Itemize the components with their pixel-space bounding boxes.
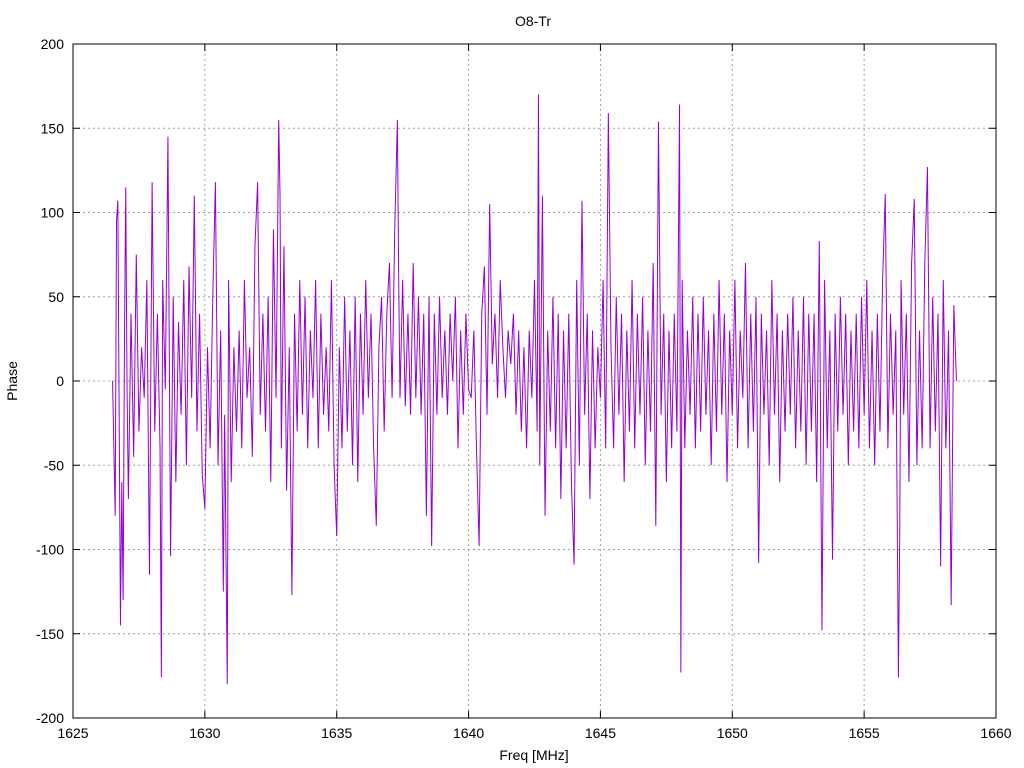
phase-chart: O8-Tr 1625 1630 1635 1640 1645 1650 1655 1660 -2… — [0, 0, 1024, 768]
y-axis-label: Phase — [4, 361, 20, 401]
x-tick-label: 1640 — [453, 725, 484, 741]
y-tick-label: -100 — [36, 542, 64, 558]
x-tick-label: 1650 — [717, 725, 748, 741]
x-tick-label: 1630 — [189, 725, 220, 741]
chart-title: O8-Tr — [515, 13, 551, 29]
x-tick-label: 1655 — [849, 725, 880, 741]
y-tick-label: 0 — [56, 373, 64, 389]
y-tick-label: -200 — [36, 710, 64, 726]
y-tick-label: 200 — [41, 36, 65, 52]
x-tick-label: 1645 — [585, 725, 616, 741]
x-tick-label: 1660 — [980, 725, 1011, 741]
y-tick-label: -50 — [44, 457, 64, 473]
x-tick-label: 1635 — [321, 725, 352, 741]
y-tick-label: 50 — [48, 289, 64, 305]
x-tick-label: 1625 — [57, 725, 88, 741]
y-tick-label: 150 — [41, 120, 65, 136]
y-tick-label: -150 — [36, 626, 64, 642]
x-axis-label: Freq [MHz] — [499, 747, 568, 763]
y-tick-label: 100 — [41, 205, 65, 221]
